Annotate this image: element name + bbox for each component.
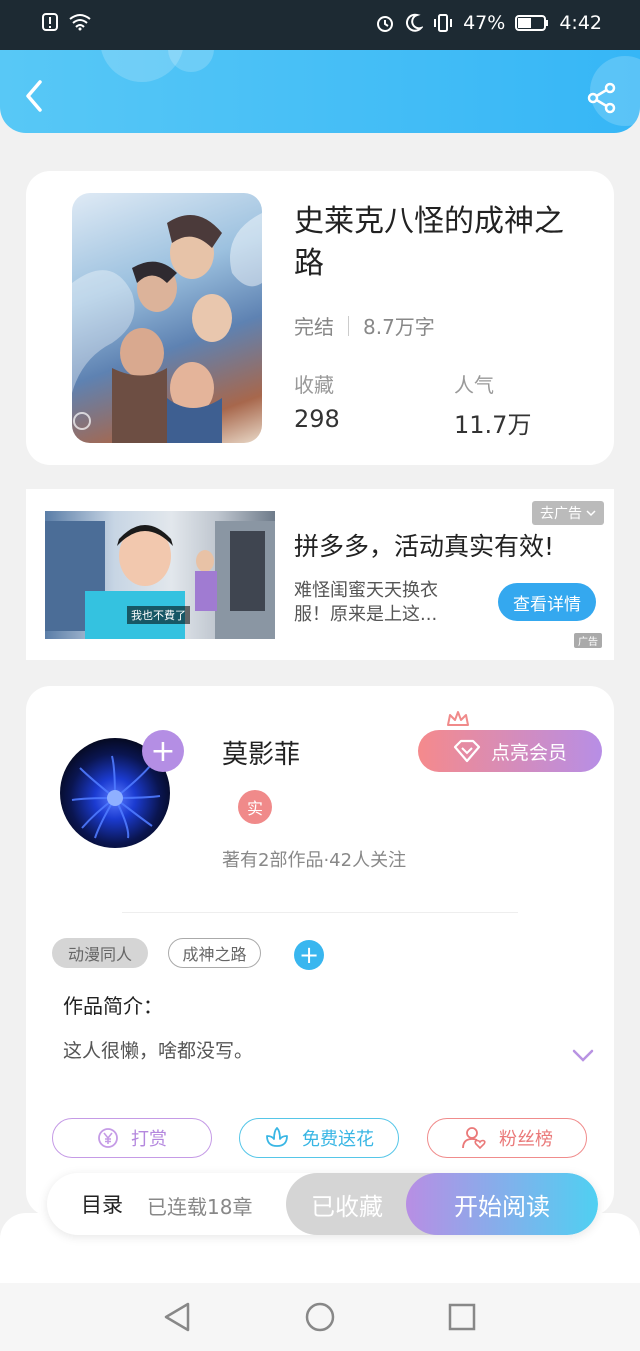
collected-label: 已收藏 [311, 1192, 383, 1221]
start-reading-button[interactable]: 开始阅读 [406, 1173, 598, 1235]
ad-description: 难怪闺蜜天天换衣服！原来是上这... [294, 580, 438, 625]
follow-author-button[interactable]: + [142, 730, 184, 772]
battery-icon [515, 14, 549, 32]
circle-home-icon [305, 1302, 335, 1332]
flower-label: 免费送花 [302, 1129, 374, 1150]
serial-status: 已连载18章 [147, 1195, 253, 1219]
nav-home-button[interactable] [303, 1300, 337, 1334]
meta-divider [348, 315, 349, 336]
crown-icon [447, 711, 469, 726]
author-card: + 莫影菲 实 著有2部作品·42人关注 点亮会员 动漫同人 成神之路 + 作品… [26, 686, 614, 1216]
reward-button[interactable]: 打赏 [52, 1118, 212, 1158]
ad-mark: 广告 [574, 633, 602, 648]
verified-badge: 实 [238, 790, 272, 824]
intro-label: 作品简介： [63, 994, 163, 1018]
collect-label: 收藏 [294, 373, 334, 397]
plus-icon: + [150, 733, 176, 769]
diamond-icon [453, 739, 481, 763]
status-bar: 47% 4:42 [0, 0, 640, 50]
share-icon [587, 82, 616, 114]
expand-intro-button[interactable] [572, 1048, 594, 1067]
system-navigation-bar [0, 1283, 640, 1351]
fans-ranking-button[interactable]: 粉丝榜 [427, 1118, 587, 1158]
intro-text: 这人很懒，啥都没写。 [63, 1040, 254, 1062]
vip-button-label: 点亮会员 [490, 741, 567, 764]
clock: 4:42 [559, 12, 602, 34]
chevron-left-icon [26, 80, 42, 112]
ad-details-button[interactable]: 查看详情 [498, 583, 596, 621]
vibrate-icon [433, 13, 453, 33]
free-flower-button[interactable]: 免费送花 [239, 1118, 399, 1158]
triangle-back-icon [164, 1302, 190, 1332]
remove-ad-button[interactable]: 去广告 [532, 501, 604, 525]
activate-vip-button[interactable]: 点亮会员 [418, 730, 602, 772]
book-status: 完结 [294, 315, 334, 339]
battery-percent: 47% [463, 12, 506, 34]
ad-title: 拼多多，活动真实有效! [294, 532, 555, 561]
wifi-icon [68, 13, 92, 31]
flower-icon [266, 1127, 288, 1147]
chevron-down-icon [572, 1049, 594, 1062]
popularity-value: 11.7万 [454, 411, 532, 439]
moon-icon [405, 13, 424, 33]
book-title: 史莱克八怪的成神之路 [294, 204, 564, 281]
tag-item[interactable]: 动漫同人 [52, 938, 148, 968]
book-cover[interactable] [72, 193, 262, 443]
remove-ad-label: 去广告 [540, 506, 582, 522]
fans-label: 粉丝榜 [499, 1129, 553, 1150]
ad-banner[interactable]: 我也不費了 去广告 拼多多，活动真实有效! 难怪闺蜜天天换衣服！原来是上这...… [26, 489, 614, 660]
author-name: 莫影菲 [222, 740, 301, 770]
nav-recents-button[interactable] [445, 1300, 479, 1334]
yen-coin-icon [98, 1128, 118, 1148]
reading-action-bar: 目录 已连载18章 已收藏 开始阅读 [47, 1173, 598, 1235]
user-heart-icon [462, 1127, 486, 1150]
author-summary: 著有2部作品·42人关注 [222, 850, 407, 871]
reward-label: 打赏 [131, 1129, 167, 1150]
add-tag-button[interactable]: + [294, 940, 324, 970]
back-button[interactable] [20, 78, 50, 114]
section-divider [122, 912, 518, 913]
decor-bubble [168, 50, 214, 72]
tag-item[interactable]: 成神之路 [168, 938, 261, 968]
ad-image[interactable]: 我也不費了 [45, 511, 275, 639]
catalog-button[interactable]: 目录 [81, 1189, 123, 1219]
chevron-down-icon [586, 510, 596, 517]
collect-value: 298 [294, 405, 340, 433]
top-header [0, 50, 640, 133]
book-info-card: 史莱克八怪的成神之路 完结 8.7万字 收藏 298 人气 11.7万 [26, 171, 614, 465]
book-meta: 完结 8.7万字 [294, 311, 435, 340]
alert-icon [42, 13, 58, 31]
ad-image-caption: 我也不費了 [127, 606, 190, 624]
nav-back-button[interactable] [160, 1300, 194, 1334]
share-button[interactable] [586, 82, 618, 114]
word-count: 8.7万字 [363, 315, 435, 339]
square-recents-icon [448, 1303, 476, 1331]
alarm-icon [375, 13, 395, 33]
popularity-label: 人气 [454, 373, 494, 397]
plus-icon: + [298, 941, 320, 969]
